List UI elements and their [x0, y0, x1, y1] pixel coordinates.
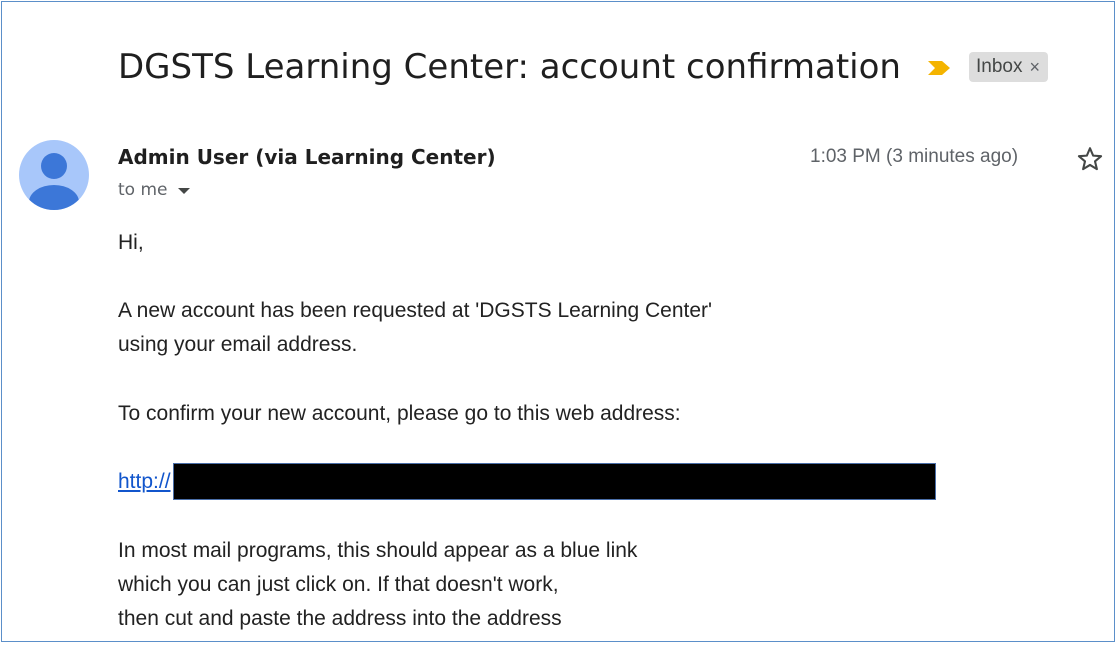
inbox-label-text: Inbox	[975, 56, 1023, 77]
body-paragraph-3-line-3: then cut and paste the address into the …	[118, 607, 562, 630]
sender-name[interactable]: Admin User (via Learning Center)	[118, 145, 496, 169]
body-paragraph-3-line-2: which you can just click on. If that doe…	[118, 573, 559, 596]
email-subject: DGSTS Learning Center: account confirmat…	[118, 47, 901, 87]
body-paragraph-2: To confirm your new account, please go t…	[118, 402, 681, 425]
star-outline-icon[interactable]	[1076, 145, 1104, 173]
redacted-url-block	[172, 463, 936, 500]
recipient-text: to me	[118, 180, 168, 200]
importance-marker-icon[interactable]	[927, 60, 951, 76]
body-greeting: Hi,	[118, 231, 144, 254]
recipient-details-toggle[interactable]: to me	[118, 180, 190, 200]
body-paragraph-3-line-1: In most mail programs, this should appea…	[118, 539, 638, 562]
email-timestamp: 1:03 PM (3 minutes ago)	[810, 146, 1019, 167]
remove-label-icon[interactable]: ×	[1029, 57, 1040, 78]
sender-avatar[interactable]	[19, 140, 89, 210]
email-view: DGSTS Learning Center: account confirmat…	[1, 1, 1115, 642]
confirmation-link-line: http://	[118, 463, 936, 500]
body-paragraph-1-line-1: A new account has been requested at 'DGS…	[118, 299, 713, 322]
body-paragraph-1-line-2: using your email address.	[118, 333, 358, 356]
confirmation-link[interactable]: http://	[118, 470, 171, 494]
person-icon	[29, 153, 79, 210]
inbox-label-chip[interactable]: Inbox ×	[968, 52, 1048, 82]
caret-down-icon	[177, 188, 190, 194]
subject-row: DGSTS Learning Center: account confirmat…	[118, 42, 1048, 92]
